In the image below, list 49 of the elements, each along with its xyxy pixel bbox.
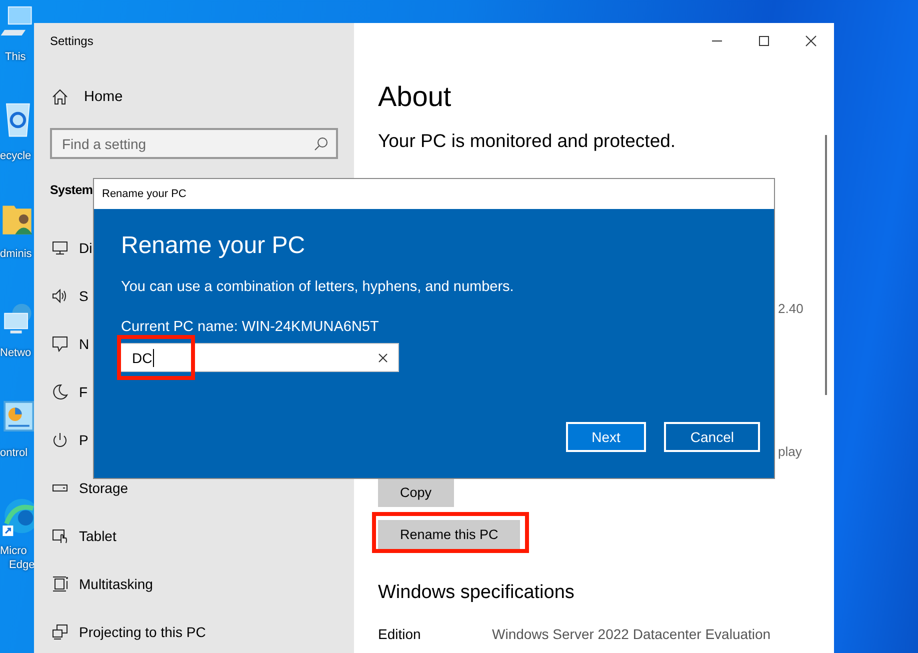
icon-label[interactable]: Edge [9, 558, 35, 572]
close-button[interactable] [805, 35, 817, 47]
search-icon [314, 136, 328, 150]
power-icon [52, 432, 68, 448]
dialog-title: Rename your PC [102, 188, 186, 200]
rename-button[interactable]: Rename this PC [378, 520, 520, 549]
maximize-icon [758, 35, 770, 47]
partial-text: 2.40 [778, 300, 804, 318]
partial-text: play [778, 443, 802, 461]
page-title: About [378, 80, 452, 114]
name-field[interactable]: DC [119, 343, 399, 372]
spec-label: Edition [378, 625, 422, 643]
section-heading: Windows specifications [378, 581, 574, 605]
multitasking-icon [52, 576, 68, 592]
nav-item[interactable]: N [50, 335, 90, 353]
display-icon [52, 240, 68, 256]
dialog-description: You can use a combination of letters, hyphens, and numbers. [121, 278, 514, 297]
status-text: Your PC is monitored and protected. [378, 129, 676, 153]
icon-label[interactable]: Netwo [0, 346, 32, 360]
nav-item[interactable]: S [50, 287, 88, 305]
nav-item[interactable]: Projecting to this PC [50, 623, 206, 641]
cancel-button[interactable]: Cancel [664, 422, 760, 452]
focus-icon [52, 384, 68, 400]
nav-item[interactable]: Storage [50, 479, 128, 497]
scroll-bar[interactable] [825, 135, 827, 395]
sound-icon [52, 288, 68, 304]
dialog-heading: Rename your PC [121, 231, 306, 261]
nav-item[interactable]: Tablet [50, 527, 116, 545]
notifications-icon [52, 336, 68, 352]
home-link[interactable]: Home [50, 80, 129, 114]
spec-value: Windows Server 2022 Datacenter Evaluation [492, 625, 771, 643]
projecting-icon [52, 624, 68, 640]
nav-item[interactable]: Di [50, 239, 92, 257]
section-heading: System [50, 182, 93, 199]
nav-item[interactable]: F [50, 383, 88, 401]
tablet-icon [52, 528, 68, 544]
current-name-label: Current PC name: WIN-24KMUNA6N5T [121, 318, 379, 337]
nav-item[interactable]: P [50, 431, 88, 449]
icon-label[interactable]: ontrol [0, 446, 28, 460]
maximize-button[interactable] [758, 35, 770, 47]
icon-label[interactable]: Micro [0, 544, 35, 558]
next-button[interactable]: Next [566, 422, 646, 452]
home-icon [52, 89, 68, 105]
clear-icon [378, 352, 388, 362]
nav-item[interactable]: Multitasking [50, 575, 153, 593]
search-field[interactable]: Find a setting [50, 128, 338, 159]
copy-button[interactable]: Copy [378, 478, 454, 507]
close-icon [805, 35, 817, 47]
window-title: Settings [50, 33, 94, 50]
